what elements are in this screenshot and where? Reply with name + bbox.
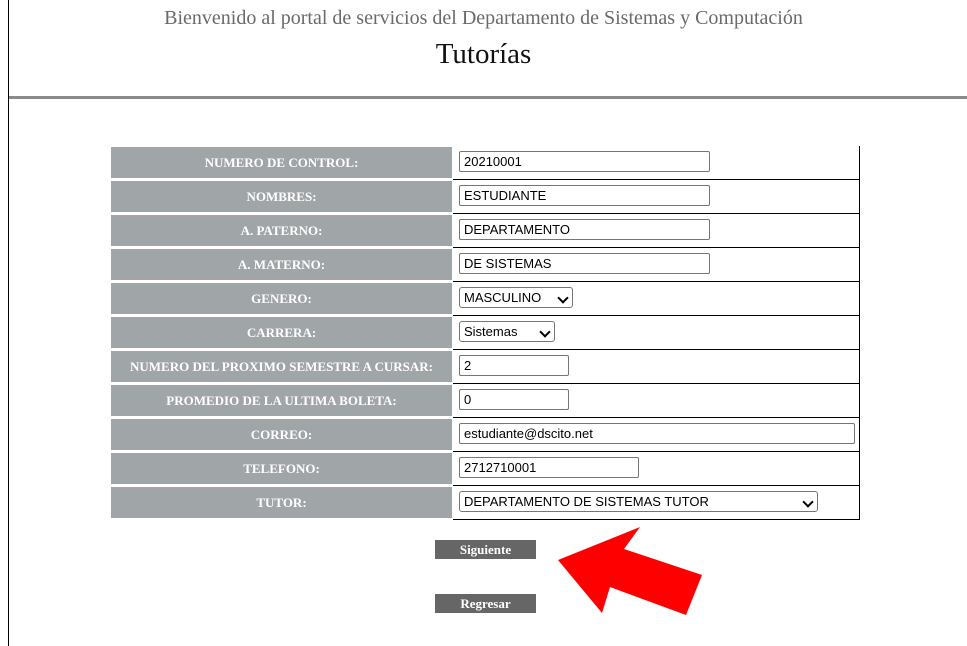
header-divider: [9, 96, 967, 99]
label-correo: CORREO:: [111, 419, 452, 450]
carrera-select[interactable]: Sistemas: [459, 321, 555, 342]
label-a-materno: A. MATERNO:: [111, 249, 452, 280]
cell-promedio: [453, 384, 860, 418]
apellido-materno-input[interactable]: [459, 253, 710, 274]
row-a-materno: A. MATERNO:: [111, 248, 860, 282]
carrera-selected-value: Sistemas: [464, 324, 518, 339]
row-numero-control: NUMERO DE CONTROL:: [111, 146, 860, 180]
tutor-selected-value: DEPARTAMENTO DE SISTEMAS TUTOR: [464, 494, 709, 509]
chevron-down-icon: [557, 292, 569, 304]
row-correo: CORREO:: [111, 418, 860, 452]
cell-a-materno: [453, 248, 860, 282]
semestre-input[interactable]: [459, 355, 569, 376]
welcome-text: Bienvenido al portal de servicios del De…: [164, 7, 803, 29]
row-promedio: PROMEDIO DE LA ULTIMA BOLETA:: [111, 384, 860, 418]
cell-semestre: [453, 350, 860, 384]
tutor-select[interactable]: DEPARTAMENTO DE SISTEMAS TUTOR: [459, 491, 818, 512]
cell-correo: [453, 418, 860, 452]
chevron-down-icon: [802, 496, 814, 508]
cell-a-paterno: [453, 214, 860, 248]
row-telefono: TELEFONO:: [111, 452, 860, 486]
cell-numero-control: [453, 146, 860, 180]
correo-input[interactable]: [459, 423, 855, 444]
promedio-input[interactable]: [459, 389, 569, 410]
label-semestre: NUMERO DEL PROXIMO SEMESTRE A CURSAR:: [111, 351, 452, 382]
cell-telefono: [453, 452, 860, 486]
label-numero-control: NUMERO DE CONTROL:: [111, 147, 452, 178]
row-semestre: NUMERO DEL PROXIMO SEMESTRE A CURSAR:: [111, 350, 860, 384]
row-carrera: CARRERA: Sistemas: [111, 316, 860, 350]
back-button[interactable]: Regresar: [435, 594, 536, 613]
row-a-paterno: A. PATERNO:: [111, 214, 860, 248]
label-carrera: CARRERA:: [111, 317, 452, 348]
nombres-input[interactable]: [459, 185, 710, 206]
genero-select[interactable]: MASCULINO: [459, 287, 573, 308]
label-genero: GENERO:: [111, 283, 452, 314]
row-genero: GENERO: MASCULINO: [111, 282, 860, 316]
row-nombres: NOMBRES:: [111, 180, 860, 214]
label-nombres: NOMBRES:: [111, 181, 452, 212]
red-arrow-icon: [558, 527, 702, 615]
numero-control-input[interactable]: [459, 151, 710, 172]
page-title: Tutorías: [435, 38, 532, 70]
next-button[interactable]: Siguiente: [435, 540, 536, 559]
genero-selected-value: MASCULINO: [464, 290, 542, 305]
apellido-paterno-input[interactable]: [459, 219, 710, 240]
cell-nombres: [453, 180, 860, 214]
label-telefono: TELEFONO:: [111, 453, 452, 484]
label-a-paterno: A. PATERNO:: [111, 215, 452, 246]
chevron-down-icon: [539, 326, 551, 338]
cell-genero: MASCULINO: [453, 282, 860, 316]
telefono-input[interactable]: [459, 457, 639, 478]
row-tutor: TUTOR: DEPARTAMENTO DE SISTEMAS TUTOR: [111, 486, 860, 520]
cell-carrera: Sistemas: [453, 316, 860, 350]
label-tutor: TUTOR:: [111, 487, 452, 518]
label-promedio: PROMEDIO DE LA ULTIMA BOLETA:: [111, 385, 452, 416]
